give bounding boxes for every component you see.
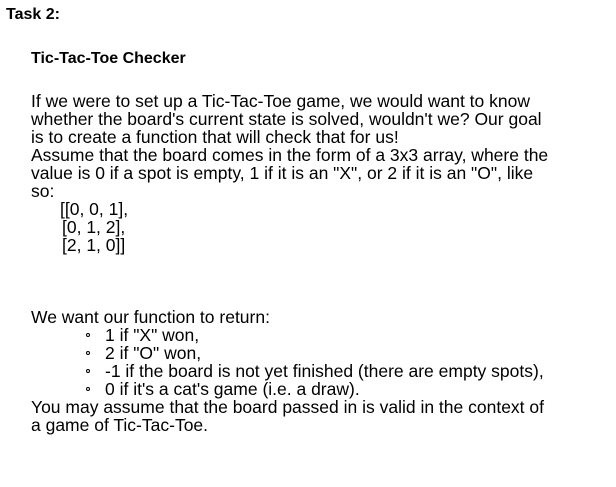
- list-item: 1 if "X" won,: [31, 326, 606, 344]
- intro-line: value is 0 if a spot is empty, 1 if it i…: [31, 163, 534, 183]
- bullet-icon: [86, 351, 90, 355]
- intro-line: If we were to set up a Tic-Tac-Toe game,…: [31, 91, 530, 111]
- board-example: [[0, 0, 1], [0, 1, 2], [2, 1, 0]]: [31, 200, 606, 254]
- board-row: [[0, 0, 1],: [60, 199, 129, 219]
- intro-line: so:: [31, 181, 55, 201]
- closing-line: a game of Tic-Tac-Toe.: [31, 415, 209, 435]
- list-item: 0 if it's a cat's game (i.e. a draw).: [31, 380, 606, 398]
- list-item: -1 if the board is not yet finished (the…: [31, 362, 606, 380]
- task-description: Tic-Tac-Toe Checker If we were to set up…: [31, 48, 606, 434]
- intro-line: Assume that the board comes in the form …: [31, 145, 549, 165]
- bullet-icon: [86, 333, 90, 337]
- intro-paragraph: If we were to set up a Tic-Tac-Toe game,…: [31, 92, 606, 200]
- board-row: [2, 1, 0]]: [62, 235, 126, 255]
- list-item-text: 1 if "X" won,: [105, 325, 200, 345]
- list-item-text: -1 if the board is not yet finished (the…: [105, 361, 544, 381]
- return-values-list: 1 if "X" won, 2 if "O" won, -1 if the bo…: [31, 326, 606, 398]
- list-item-text: 0 if it's a cat's game (i.e. a draw).: [105, 379, 360, 399]
- closing-line: You may assume that the board passed in …: [31, 397, 544, 417]
- bullet-icon: [86, 387, 90, 391]
- board-row: [0, 1, 2],: [62, 217, 126, 237]
- list-item-text: 2 if "O" won,: [105, 343, 202, 363]
- task-title: Tic-Tac-Toe Checker: [31, 50, 186, 67]
- closing-paragraph: You may assume that the board passed in …: [31, 398, 606, 434]
- return-intro: We want our function to return:: [31, 307, 270, 327]
- task-label: Task 2:: [6, 6, 60, 23]
- intro-line: is to create a function that will check …: [31, 127, 399, 147]
- bullet-icon: [86, 369, 90, 373]
- list-item: 2 if "O" won,: [31, 344, 606, 362]
- intro-line: whether the board's current state is sol…: [31, 109, 542, 129]
